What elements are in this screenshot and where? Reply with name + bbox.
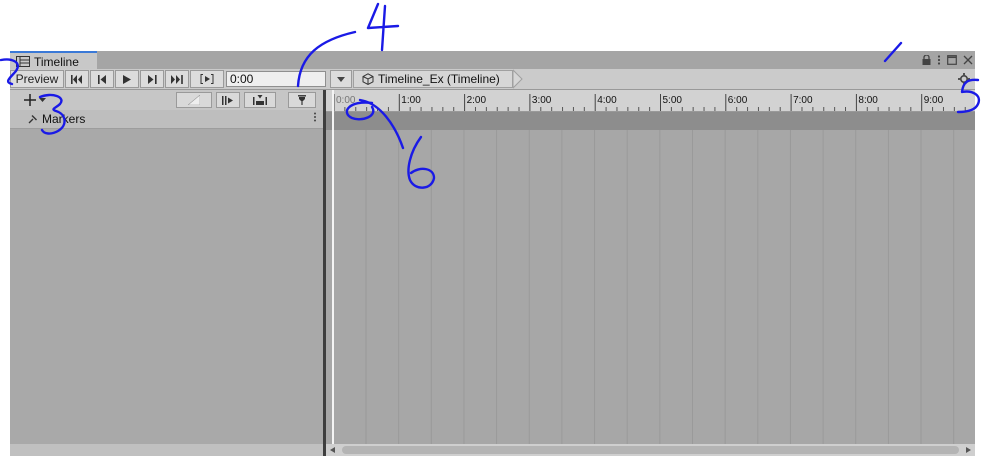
maximize-icon[interactable] <box>947 55 957 65</box>
chevron-down-icon <box>39 98 46 102</box>
pin-icon <box>28 114 38 124</box>
go-to-end-icon <box>171 74 183 84</box>
scroll-right-arrow <box>966 447 971 453</box>
play-icon <box>123 74 131 84</box>
window-controls <box>922 52 973 68</box>
preview-label: Preview <box>15 72 59 86</box>
cube-icon <box>362 73 374 85</box>
play-range-button[interactable] <box>190 70 224 88</box>
preview-button[interactable]: Preview <box>10 70 64 88</box>
timeline-dropdown-button[interactable] <box>330 70 352 88</box>
ruler-label: 6:00 <box>728 95 748 106</box>
play-range-icon <box>200 74 214 84</box>
more-vert-icon[interactable] <box>313 112 317 122</box>
ruler-label: 1:00 <box>401 95 421 106</box>
replace-mode-icon <box>253 95 267 105</box>
gear-icon <box>958 73 970 85</box>
ruler-label: 0:00 <box>336 95 356 106</box>
previous-frame-button[interactable] <box>90 70 114 88</box>
settings-button[interactable] <box>953 70 975 88</box>
ruler-label: 8:00 <box>858 95 878 106</box>
ruler-label: 2:00 <box>467 95 487 106</box>
timeline-icon <box>16 56 30 67</box>
breadcrumb-label: Timeline_Ex (Timeline) <box>378 72 500 86</box>
go-to-start-icon <box>71 74 83 84</box>
clip-edit-mode-button[interactable] <box>176 92 212 108</box>
replace-mode-button[interactable] <box>244 92 276 108</box>
scrollbar-thumb <box>342 446 959 454</box>
ruler-label: 7:00 <box>793 95 813 106</box>
breadcrumb-arrow <box>513 69 523 89</box>
ruler-ticks: 0:00 1:00 2:00 3:00 4:00 5:00 6:00 7:00 8:00 9:00 <box>333 94 966 111</box>
next-frame-button[interactable] <box>140 70 164 88</box>
window-title-bar <box>10 51 975 69</box>
snap-button[interactable] <box>288 92 316 108</box>
markers-label: Markers <box>42 112 86 126</box>
ruler-label: 5:00 <box>663 95 683 106</box>
ruler-label: 3:00 <box>532 95 552 106</box>
snap-icon <box>297 95 307 105</box>
previous-frame-icon <box>97 74 107 84</box>
annotation-4 <box>366 2 400 52</box>
plus-icon <box>24 94 36 106</box>
time-ruler[interactable]: 0:00 1:00 2:00 3:00 4:00 5:00 6:00 7:00 8:00 9:00 <box>326 90 975 112</box>
chevron-down-icon <box>337 76 345 82</box>
ruler-label: 4:00 <box>597 95 617 106</box>
track-list-panel[interactable] <box>10 129 323 444</box>
ripple-mode-button[interactable] <box>216 92 240 108</box>
play-button[interactable] <box>115 70 139 88</box>
tab-title: Timeline <box>34 54 79 69</box>
go-to-start-button[interactable] <box>65 70 89 88</box>
markers-track-header[interactable]: Markers <box>10 110 323 129</box>
lock-icon[interactable] <box>922 55 931 65</box>
clip-edit-mode-icon <box>188 95 200 105</box>
ripple-mode-icon <box>222 95 234 105</box>
breadcrumb[interactable]: Timeline_Ex (Timeline) <box>353 70 513 88</box>
go-to-end-button[interactable] <box>165 70 189 88</box>
playhead[interactable] <box>332 90 334 444</box>
track-grid-lines <box>365 130 955 444</box>
next-frame-icon <box>147 74 157 84</box>
scroll-left-arrow <box>330 447 335 453</box>
ruler-label: 9:00 <box>924 95 944 106</box>
timeline-toolbar: Preview 0:00 Timeline_Ex (Timeline) <box>10 69 975 90</box>
horizontal-scrollbar[interactable] <box>326 444 975 456</box>
add-track-button[interactable] <box>24 92 60 108</box>
track-list-footer <box>10 444 323 456</box>
current-time-field[interactable]: 0:00 <box>226 71 326 87</box>
more-vert-icon[interactable] <box>937 55 941 65</box>
timeline-tab[interactable]: Timeline <box>10 51 97 70</box>
track-content-area[interactable] <box>326 130 975 444</box>
close-icon[interactable] <box>963 55 973 65</box>
marker-lane[interactable] <box>326 112 975 130</box>
